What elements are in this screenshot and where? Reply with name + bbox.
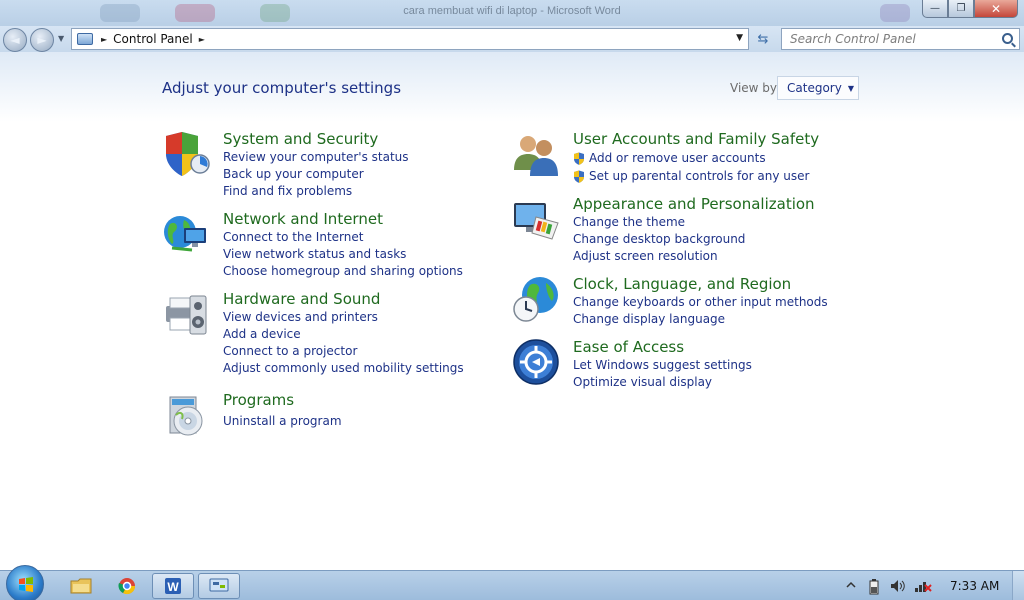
navigation-bar: ◄ ► ▼ ► Control Panel ► ▼ ⇆ bbox=[0, 26, 1024, 52]
category-title[interactable]: Network and Internet bbox=[223, 210, 383, 228]
window-controls: — ❐ ✕ bbox=[922, 0, 1018, 18]
link-display-language[interactable]: Change display language bbox=[573, 311, 828, 328]
speaker-icon bbox=[891, 580, 905, 592]
control-panel-content: Adjust your computer's settings View by:… bbox=[0, 52, 1024, 570]
control-panel-icon bbox=[209, 578, 229, 592]
view-by-value: Category bbox=[787, 81, 842, 95]
category-links: Let Windows suggest settings Optimize vi… bbox=[573, 357, 752, 391]
category-links: Uninstall a program bbox=[223, 413, 342, 430]
link-projector[interactable]: Connect to a projector bbox=[223, 343, 464, 360]
back-button[interactable]: ◄ bbox=[3, 28, 27, 52]
globe-network-icon[interactable] bbox=[162, 210, 210, 258]
show-hidden-icons-button[interactable] bbox=[845, 579, 861, 593]
svg-text:W: W bbox=[167, 580, 179, 594]
category-links: View devices and printers Add a device C… bbox=[223, 309, 464, 377]
category-title[interactable]: Ease of Access bbox=[573, 338, 684, 356]
link-review-status[interactable]: Review your computer's status bbox=[223, 149, 409, 166]
printer-speaker-icon[interactable] bbox=[162, 290, 210, 338]
taskbar: W 7:33 AM bbox=[0, 565, 1024, 600]
disc-box-icon[interactable] bbox=[162, 391, 210, 439]
link-optimize-visual[interactable]: Optimize visual display bbox=[573, 374, 752, 391]
windows-logo-icon bbox=[19, 577, 33, 592]
window-title: cara membuat wifi di laptop - Microsoft … bbox=[403, 5, 621, 17]
close-button[interactable]: ✕ bbox=[974, 0, 1018, 18]
search-box[interactable] bbox=[781, 28, 1020, 50]
users-icon[interactable] bbox=[512, 130, 560, 178]
category-title[interactable]: Hardware and Sound bbox=[223, 290, 380, 308]
link-mobility-settings[interactable]: Adjust commonly used mobility settings bbox=[223, 360, 464, 377]
view-by-label: View by: bbox=[730, 81, 781, 95]
breadcrumb-arrow-icon[interactable]: ► bbox=[199, 35, 205, 44]
control-panel-icon bbox=[77, 33, 93, 45]
taskbar-explorer[interactable] bbox=[60, 573, 102, 599]
link-keyboards-input[interactable]: Change keyboards or other input methods bbox=[573, 294, 828, 311]
link-desktop-background[interactable]: Change desktop background bbox=[573, 231, 745, 248]
category-title[interactable]: Appearance and Personalization bbox=[573, 195, 815, 213]
link-network-status[interactable]: View network status and tasks bbox=[223, 246, 463, 263]
view-by-dropdown[interactable]: Category ▼ bbox=[777, 76, 859, 100]
category-title[interactable]: System and Security bbox=[223, 130, 378, 148]
shield-chart-icon[interactable] bbox=[162, 130, 210, 178]
category-title[interactable]: Programs bbox=[223, 391, 294, 409]
minimize-button[interactable]: — bbox=[922, 0, 948, 18]
battery-icon bbox=[869, 579, 879, 595]
chevron-up-icon bbox=[846, 581, 856, 588]
category-links: Add or remove user accounts Set up paren… bbox=[573, 149, 809, 185]
link-label: Add or remove user accounts bbox=[589, 150, 766, 165]
link-devices-printers[interactable]: View devices and printers bbox=[223, 309, 464, 326]
category-links: Review your computer's status Back up yo… bbox=[223, 149, 409, 200]
link-screen-resolution[interactable]: Adjust screen resolution bbox=[573, 248, 745, 265]
page-title: Adjust your computer's settings bbox=[162, 79, 402, 97]
link-change-theme[interactable]: Change the theme bbox=[573, 214, 745, 231]
taskbar-control-panel[interactable] bbox=[198, 573, 240, 599]
link-find-fix-problems[interactable]: Find and fix problems bbox=[223, 183, 409, 200]
link-parental-controls[interactable]: Set up parental controls for any user bbox=[573, 167, 809, 185]
battery-tray[interactable] bbox=[868, 579, 884, 595]
title-bar: cara membuat wifi di laptop - Microsoft … bbox=[0, 0, 1024, 26]
uac-shield-icon bbox=[574, 152, 584, 165]
link-homegroup[interactable]: Choose homegroup and sharing options bbox=[223, 263, 463, 280]
recent-pages-dropdown[interactable]: ▼ bbox=[58, 34, 64, 43]
link-add-remove-accounts[interactable]: Add or remove user accounts bbox=[573, 149, 809, 167]
volume-tray[interactable] bbox=[890, 579, 906, 593]
word-icon: W bbox=[165, 578, 181, 594]
clock[interactable]: 7:33 AM bbox=[950, 579, 999, 593]
category-title[interactable]: User Accounts and Family Safety bbox=[573, 130, 819, 148]
network-tray[interactable] bbox=[914, 579, 932, 593]
search-icon[interactable] bbox=[1002, 33, 1013, 44]
chrome-icon bbox=[118, 578, 136, 595]
breadcrumb-arrow-icon[interactable]: ► bbox=[101, 35, 107, 44]
category-links: Change the theme Change desktop backgrou… bbox=[573, 214, 745, 265]
explorer-icon bbox=[70, 578, 92, 594]
globe-clock-icon[interactable] bbox=[512, 275, 560, 323]
search-input[interactable] bbox=[790, 32, 1000, 46]
link-uninstall-program[interactable]: Uninstall a program bbox=[223, 413, 342, 430]
show-desktop-button[interactable] bbox=[1012, 571, 1024, 600]
breadcrumb-control-panel[interactable]: Control Panel bbox=[113, 32, 193, 46]
taskbar-chrome[interactable] bbox=[106, 573, 148, 599]
link-back-up[interactable]: Back up your computer bbox=[223, 166, 409, 183]
taskbar-word[interactable]: W bbox=[152, 573, 194, 599]
forward-button[interactable]: ► bbox=[30, 28, 54, 52]
link-connect-internet[interactable]: Connect to the Internet bbox=[223, 229, 463, 246]
restore-button[interactable]: ❐ bbox=[948, 0, 974, 18]
start-button[interactable] bbox=[6, 565, 44, 600]
link-label: Set up parental controls for any user bbox=[589, 168, 810, 183]
category-links: Connect to the Internet View network sta… bbox=[223, 229, 463, 280]
link-add-device[interactable]: Add a device bbox=[223, 326, 464, 343]
chevron-down-icon: ▼ bbox=[847, 83, 854, 93]
refresh-button[interactable]: ⇆ bbox=[752, 29, 774, 49]
address-bar[interactable]: ► Control Panel ► ▼ bbox=[71, 28, 749, 50]
accessibility-icon[interactable] bbox=[512, 338, 560, 386]
category-title[interactable]: Clock, Language, and Region bbox=[573, 275, 791, 293]
category-links: Change keyboards or other input methods … bbox=[573, 294, 828, 328]
monitor-palette-icon[interactable] bbox=[512, 195, 560, 243]
address-dropdown-icon[interactable]: ▼ bbox=[736, 33, 743, 43]
uac-shield-icon bbox=[574, 170, 584, 183]
network-disconnected-icon bbox=[915, 582, 932, 592]
link-suggest-settings[interactable]: Let Windows suggest settings bbox=[573, 357, 752, 374]
